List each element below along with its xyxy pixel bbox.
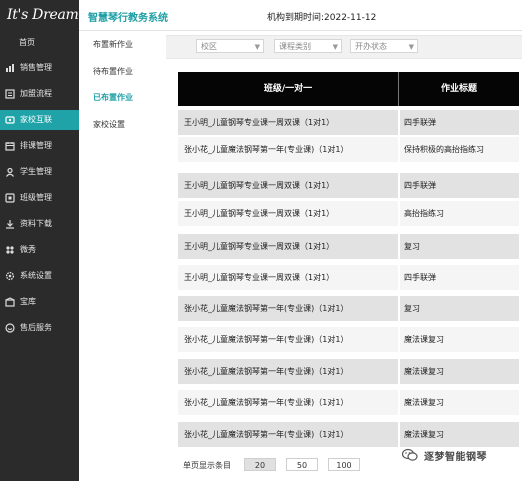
table-row[interactable]: 张小花_儿童魔法钢琴第一年(专业课)（1对1） 魔法课复习 (178, 422, 519, 449)
service-icon (5, 323, 15, 333)
cell-class: 张小花_儿童魔法钢琴第一年(专业课)（1对1） (184, 398, 349, 407)
table-row[interactable]: 张小花_儿童魔法钢琴第一年(专业课)（1对1） 魔法课复习 (178, 390, 519, 417)
cell-title: 魔法课复习 (404, 335, 444, 344)
chevron-down-icon: ▼ (408, 43, 414, 51)
sidebar-item-label: 班级管理 (20, 193, 52, 202)
cell-title: 保持积极的高抬指练习 (404, 145, 484, 154)
sidebar-item-label: 系统设置 (20, 271, 52, 280)
wechat-icon (402, 448, 418, 461)
sidebar: It's Dream 首页 销售管理 加盟流程 家校互联 排课管理 学生管理 班… (0, 0, 79, 481)
franchise-icon (5, 89, 15, 99)
cell-title: 四手联弹 (404, 181, 436, 190)
table-row[interactable]: 王小明_儿童钢琴专业课一周双课（1对1） 复习 (178, 234, 519, 261)
cell-class: 张小花_儿童魔法钢琴第一年(专业课)（1对1） (184, 430, 349, 439)
watermark: 逐梦智能钢琴 (402, 446, 514, 466)
campus-select[interactable]: 校区 ▼ (196, 39, 264, 53)
column-header-class: 班级/一对一 (263, 84, 313, 94)
page-size-20-button[interactable]: 20 (244, 458, 276, 471)
table-row[interactable]: 王小明_儿童钢琴专业课一周双课（1对1） 四手联弹 (178, 110, 519, 137)
table-row[interactable]: 张小花_儿童魔法钢琴第一年(专业课)（1对1） 魔法课复习 (178, 359, 519, 386)
sidebar-item-student[interactable]: 学生管理 (0, 162, 79, 182)
page-size-100-button[interactable]: 100 (328, 458, 360, 471)
sidebar-item-label: 学生管理 (20, 167, 52, 176)
table-row[interactable]: 张小花_儿童魔法钢琴第一年(专业课)（1对1） 魔法课复习 (178, 327, 519, 354)
chevron-down-icon: ▼ (254, 43, 260, 51)
page-size-label: 单页显示条目 (183, 461, 231, 470)
sidebar-item-label: 首页 (19, 38, 35, 47)
sidebar-item-franchise[interactable]: 加盟流程 (0, 84, 79, 104)
table-header: 班级/一对一 作业标题 (178, 72, 519, 106)
open-status-select[interactable]: 开办状态 ▼ (350, 39, 418, 53)
cell-title: 复习 (404, 242, 420, 251)
treasure-icon (5, 297, 15, 307)
open-status-select-value: 开办状态 (355, 42, 387, 51)
filter-bar: 校区 ▼ 课程类别 ▼ 开办状态 ▼ (166, 35, 522, 59)
submenu-item-pending-homework[interactable]: 待布置作业 (93, 66, 133, 77)
submenu-item-new-homework[interactable]: 布置新作业 (93, 39, 133, 50)
top-header: 智慧琴行教务系统 机构到期时间:2022-11-12 (79, 0, 522, 31)
table-row[interactable]: 张小花_儿童魔法钢琴第一年(专业课)（1对1） 复习 (178, 296, 519, 323)
sidebar-item-class[interactable]: 班级管理 (0, 188, 79, 208)
sidebar-item-service[interactable]: 售后服务 (0, 318, 79, 338)
submenu-item-assigned-homework[interactable]: 已布置作业 (93, 92, 133, 103)
sidebar-item-label: 微秀 (20, 245, 36, 254)
campus-select-value: 校区 (201, 42, 217, 51)
table-row[interactable]: 王小明_儿童钢琴专业课一周双课（1对1） 高抬指练习 (178, 201, 519, 228)
cell-title: 高抬指练习 (404, 209, 444, 218)
sidebar-item-label: 宝库 (20, 297, 36, 306)
column-header-title: 作业标题 (440, 84, 477, 94)
brand-logo: It's Dream (7, 7, 79, 23)
sales-icon (6, 64, 14, 72)
table-row[interactable]: 王小明_儿童钢琴专业课一周双课（1对1） 四手联弹 (178, 173, 519, 200)
cell-title: 魔法课复习 (404, 367, 444, 376)
secondary-menu: 布置新作业 待布置作业 已布置作业 家校设置 (79, 31, 165, 481)
sidebar-item-sales[interactable]: 销售管理 (0, 58, 79, 78)
cell-class: 张小花_儿童魔法钢琴第一年(专业课)（1对1） (184, 335, 349, 344)
sidebar-item-label: 家校互联 (20, 115, 52, 124)
cell-class: 王小明_儿童钢琴专业课一周双课（1对1） (184, 242, 335, 251)
cell-title: 魔法课复习 (404, 430, 444, 439)
submenu-item-home-school-settings[interactable]: 家校设置 (93, 119, 125, 130)
student-icon (6, 167, 14, 177)
course-type-select[interactable]: 课程类别 ▼ (274, 39, 342, 53)
cell-class: 王小明_儿童钢琴专业课一周双课（1对1） (184, 181, 335, 190)
settings-icon (5, 271, 15, 281)
class-icon (5, 193, 15, 203)
sidebar-item-home[interactable]: 首页 (0, 33, 79, 53)
cell-title: 四手联弹 (404, 118, 436, 127)
sidebar-item-label: 销售管理 (20, 63, 52, 72)
chevron-down-icon: ▼ (332, 43, 338, 51)
cell-class: 王小明_儿童钢琴专业课一周双课（1对1） (184, 118, 335, 127)
cell-class: 王小明_儿童钢琴专业课一周双课（1对1） (184, 209, 335, 218)
table-row[interactable]: 王小明_儿童钢琴专业课一周双课（1对1） 四手联弹 (178, 265, 519, 292)
sidebar-item-treasure[interactable]: 宝库 (0, 292, 79, 312)
cell-title: 魔法课复习 (404, 398, 444, 407)
download-icon (6, 220, 14, 229)
sidebar-item-settings[interactable]: 系统设置 (0, 266, 79, 286)
cell-class: 张小花_儿童魔法钢琴第一年(专业课)（1对1） (184, 367, 349, 376)
sidebar-item-schedule[interactable]: 排课管理 (0, 136, 79, 156)
sidebar-item-label: 加盟流程 (20, 89, 52, 98)
page-size-50-button[interactable]: 50 (286, 458, 318, 471)
system-title: 智慧琴行教务系统 (88, 13, 168, 24)
watermark-text: 逐梦智能钢琴 (424, 452, 487, 463)
sidebar-item-share[interactable]: 微秀 (0, 240, 79, 260)
sidebar-item-label: 资料下载 (20, 219, 52, 228)
expiry-date-text: 机构到期时间:2022-11-12 (267, 13, 377, 23)
schedule-icon (5, 142, 15, 151)
cell-class: 张小花_儿童魔法钢琴第一年(专业课)（1对1） (184, 145, 349, 154)
share-icon (6, 246, 14, 254)
sidebar-item-download[interactable]: 资料下载 (0, 214, 79, 234)
table-row[interactable]: 张小花_儿童魔法钢琴第一年(专业课)（1对1） 保持积极的高抬指练习 (178, 137, 519, 164)
sidebar-item-label: 售后服务 (20, 323, 52, 332)
home-school-icon (5, 116, 15, 124)
cell-title: 复习 (404, 304, 420, 313)
cell-class: 王小明_儿童钢琴专业课一周双课（1对1） (184, 273, 335, 282)
cell-class: 张小花_儿童魔法钢琴第一年(专业课)（1对1） (184, 304, 349, 313)
cell-title: 四手联弹 (404, 273, 436, 282)
sidebar-item-home-school[interactable]: 家校互联 (0, 110, 79, 130)
sidebar-item-label: 排课管理 (20, 141, 52, 150)
course-type-select-value: 课程类别 (279, 42, 311, 51)
